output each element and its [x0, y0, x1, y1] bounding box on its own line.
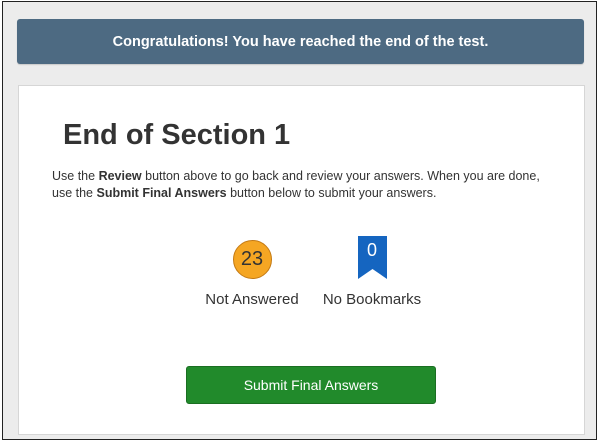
bookmarks-label: No Bookmarks [322, 291, 422, 308]
not-answered-stat: 23 Not Answered [197, 240, 307, 308]
submit-final-answers-button[interactable]: Submit Final Answers [186, 366, 436, 404]
section-summary-card: End of Section 1 Use the Review button a… [18, 85, 585, 435]
bookmark-icon: 0 [357, 236, 387, 279]
not-answered-count: 23 [240, 248, 264, 270]
review-keyword: Review [98, 169, 142, 183]
test-frame: Congratulations! You have reached the en… [2, 1, 597, 440]
section-title: End of Section 1 [63, 119, 291, 151]
bookmarks-count: 0 [366, 240, 377, 260]
completion-message: Congratulations! You have reached the en… [112, 33, 489, 50]
bookmarks-stat: 0 No Bookmarks [316, 236, 428, 308]
submit-keyword: Submit Final Answers [96, 186, 227, 200]
not-answered-label: Not Answered [205, 291, 299, 308]
instructions-part-1: Use the [52, 169, 99, 183]
not-answered-circle-icon: 23 [232, 240, 272, 279]
instructions-part-3: button below to submit your answers. [226, 186, 437, 200]
completion-banner: Congratulations! You have reached the en… [17, 19, 584, 64]
instructions-text: Use the Review button above to go back a… [52, 168, 552, 202]
